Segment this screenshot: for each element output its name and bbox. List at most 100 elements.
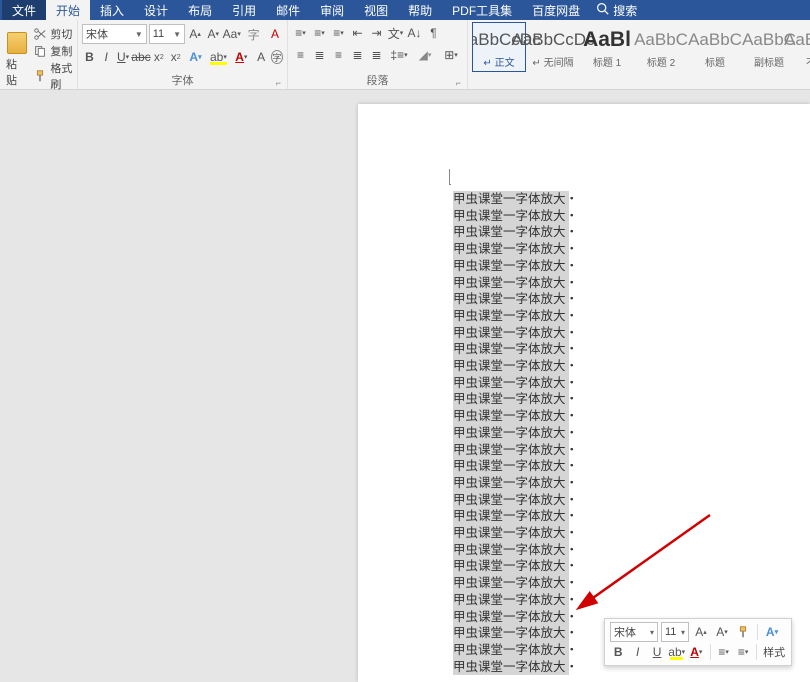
copy-button[interactable]: 复制	[33, 43, 82, 59]
group-clipboard: 粘贴 剪切 复制	[0, 20, 78, 89]
copy-icon	[33, 44, 47, 58]
text-line: 甲虫课堂一字体放大‧	[453, 475, 569, 492]
mini-bold[interactable]: B	[610, 643, 626, 661]
document-page[interactable]: 甲虫课堂一字体放大‧甲虫课堂一字体放大‧甲虫课堂一字体放大‧甲虫课堂一字体放大‧…	[358, 104, 810, 682]
align-right-button[interactable]: ≡	[330, 46, 347, 64]
selected-text-block[interactable]: 甲虫课堂一字体放大‧甲虫课堂一字体放大‧甲虫课堂一字体放大‧甲虫课堂一字体放大‧…	[453, 191, 569, 675]
distributed-button[interactable]: ≣	[368, 46, 385, 64]
line-spacing-button[interactable]: ‡≡▾	[387, 46, 411, 64]
mini-italic[interactable]: I	[629, 643, 645, 661]
mini-format-painter[interactable]	[734, 623, 752, 641]
text-line: 甲虫课堂一字体放大‧	[453, 558, 569, 575]
multilevel-button[interactable]: ≡▾	[330, 24, 347, 42]
text-line: 甲虫课堂一字体放大‧	[453, 358, 569, 375]
menu-design[interactable]: 设计	[134, 0, 178, 20]
mini-font-color-2[interactable]: A▾	[688, 643, 704, 661]
style-gallery: AaBbCcDc ↵ 正文 AaBbCcDc ↵ 无间隔 AaBl 标题 1 A…	[472, 22, 810, 72]
highlight-button[interactable]: ab▾	[208, 48, 229, 66]
format-painter-button[interactable]: 格式刷	[33, 60, 82, 92]
paste-button[interactable]: 粘贴	[6, 32, 27, 88]
text-line: 甲虫课堂一字体放大‧	[453, 659, 569, 676]
paragraph-expand-icon[interactable]: ⌐	[456, 78, 461, 88]
text-line: 甲虫课堂一字体放大‧	[453, 625, 569, 642]
grow-font-button[interactable]: A▴	[187, 25, 203, 43]
text-line: 甲虫课堂一字体放大‧	[453, 408, 569, 425]
mini-bullets[interactable]: ≡▾	[715, 643, 731, 661]
menu-insert[interactable]: 插入	[90, 0, 134, 20]
menu-view[interactable]: 视图	[354, 0, 398, 20]
menu-help[interactable]: 帮助	[398, 0, 442, 20]
bullets-button[interactable]: ≡▾	[292, 24, 309, 42]
font-color-button[interactable]: A▾	[231, 48, 252, 66]
menu-pdf[interactable]: PDF工具集	[442, 0, 522, 20]
style-heading1[interactable]: AaBl 标题 1	[580, 22, 634, 72]
mini-shrink-font[interactable]: A▾	[713, 623, 731, 641]
style-more[interactable]: AaBbC 不	[796, 22, 810, 72]
increase-indent-button[interactable]: ⇥	[368, 24, 385, 42]
sort-button[interactable]: A↓	[406, 24, 423, 42]
asian-layout-button[interactable]: 文▾	[387, 24, 404, 42]
align-center-button[interactable]: ≣	[311, 46, 328, 64]
style-nospacing[interactable]: AaBbCcDc ↵ 无间隔	[526, 22, 580, 72]
text-line: 甲虫课堂一字体放大‧	[453, 325, 569, 342]
enclose-chars-button[interactable]: 字	[271, 50, 283, 64]
mini-font-dropdown[interactable]: 宋体▾	[610, 622, 658, 642]
menu-baidu[interactable]: 百度网盘	[522, 0, 590, 20]
shrink-font-button[interactable]: A▾	[205, 25, 221, 43]
menu-layout[interactable]: 布局	[178, 0, 222, 20]
justify-button[interactable]: ≣	[349, 46, 366, 64]
borders-button[interactable]: ⊞▾	[439, 46, 463, 64]
cut-button[interactable]: 剪切	[33, 26, 82, 42]
text-line: 甲虫课堂一字体放大‧	[453, 525, 569, 542]
menu-file[interactable]: 文件	[2, 0, 46, 20]
mini-highlight[interactable]: ab▾	[668, 643, 685, 661]
text-line: 甲虫课堂一字体放大‧	[453, 425, 569, 442]
text-line: 甲虫课堂一字体放大‧	[453, 258, 569, 275]
text-line: 甲虫课堂一字体放大‧	[453, 241, 569, 258]
clear-formatting-button[interactable]: A	[267, 25, 283, 43]
font-expand-icon[interactable]: ⌐	[276, 78, 281, 88]
show-marks-button[interactable]: ¶	[425, 24, 442, 42]
decrease-indent-button[interactable]: ⇤	[349, 24, 366, 42]
menu-mailings[interactable]: 邮件	[266, 0, 310, 20]
char-shading-button[interactable]: A	[254, 48, 269, 66]
shading-button[interactable]: ◢▾	[413, 46, 437, 64]
text-line: 甲虫课堂一字体放大‧	[453, 224, 569, 241]
align-left-button[interactable]: ≡	[292, 46, 309, 64]
mini-size-dropdown[interactable]: 11▾	[661, 622, 689, 642]
font-size-dropdown[interactable]: 11▼	[149, 24, 185, 44]
style-title[interactable]: AaBbC 标题	[688, 22, 742, 72]
superscript-button[interactable]: x2	[168, 48, 183, 66]
text-line: 甲虫课堂一字体放大‧	[453, 592, 569, 609]
menu-bar: 文件 开始 插入 设计 布局 引用 邮件 审阅 视图 帮助 PDF工具集 百度网…	[0, 0, 810, 20]
font-family-dropdown[interactable]: 宋体▼	[82, 24, 147, 44]
text-line: 甲虫课堂一字体放大‧	[453, 275, 569, 292]
strikethrough-button[interactable]: abc	[132, 48, 149, 66]
menu-references[interactable]: 引用	[222, 0, 266, 20]
subscript-button[interactable]: x2	[151, 48, 166, 66]
mini-underline[interactable]: U	[649, 643, 665, 661]
style-heading2[interactable]: AaBbC 标题 2	[634, 22, 688, 72]
bold-button[interactable]: B	[82, 48, 97, 66]
text-line: 甲虫课堂一字体放大‧	[453, 609, 569, 626]
scissors-icon	[33, 27, 47, 41]
numbering-button[interactable]: ≡▾	[311, 24, 328, 42]
text-line: 甲虫课堂一字体放大‧	[453, 442, 569, 459]
workspace: 甲虫课堂一字体放大‧甲虫课堂一字体放大‧甲虫课堂一字体放大‧甲虫课堂一字体放大‧…	[0, 90, 810, 682]
menu-review[interactable]: 审阅	[310, 0, 354, 20]
phonetic-guide-button[interactable]: 字	[242, 25, 265, 43]
text-line: 甲虫课堂一字体放大‧	[453, 391, 569, 408]
mini-styles[interactable]: 样式	[762, 643, 786, 661]
mini-numbering[interactable]: ≡▾	[735, 643, 751, 661]
text-line: 甲虫课堂一字体放大‧	[453, 291, 569, 308]
change-case-button[interactable]: Aa▾	[223, 25, 240, 43]
underline-button[interactable]: U▾	[116, 48, 131, 66]
mini-toolbar: 宋体▾ 11▾ A▴ A▾ A▾ B I U ab▾ A▾ ≡▾ ≡▾ 样式	[604, 618, 792, 666]
text-effects-button[interactable]: A▾	[185, 48, 206, 66]
menu-home[interactable]: 开始	[46, 0, 90, 20]
mini-font-color[interactable]: A▾	[763, 623, 781, 641]
search-area[interactable]: 搜索	[590, 2, 637, 19]
italic-button[interactable]: I	[99, 48, 114, 66]
mini-grow-font[interactable]: A▴	[692, 623, 710, 641]
text-line: 甲虫课堂一字体放大‧	[453, 542, 569, 559]
